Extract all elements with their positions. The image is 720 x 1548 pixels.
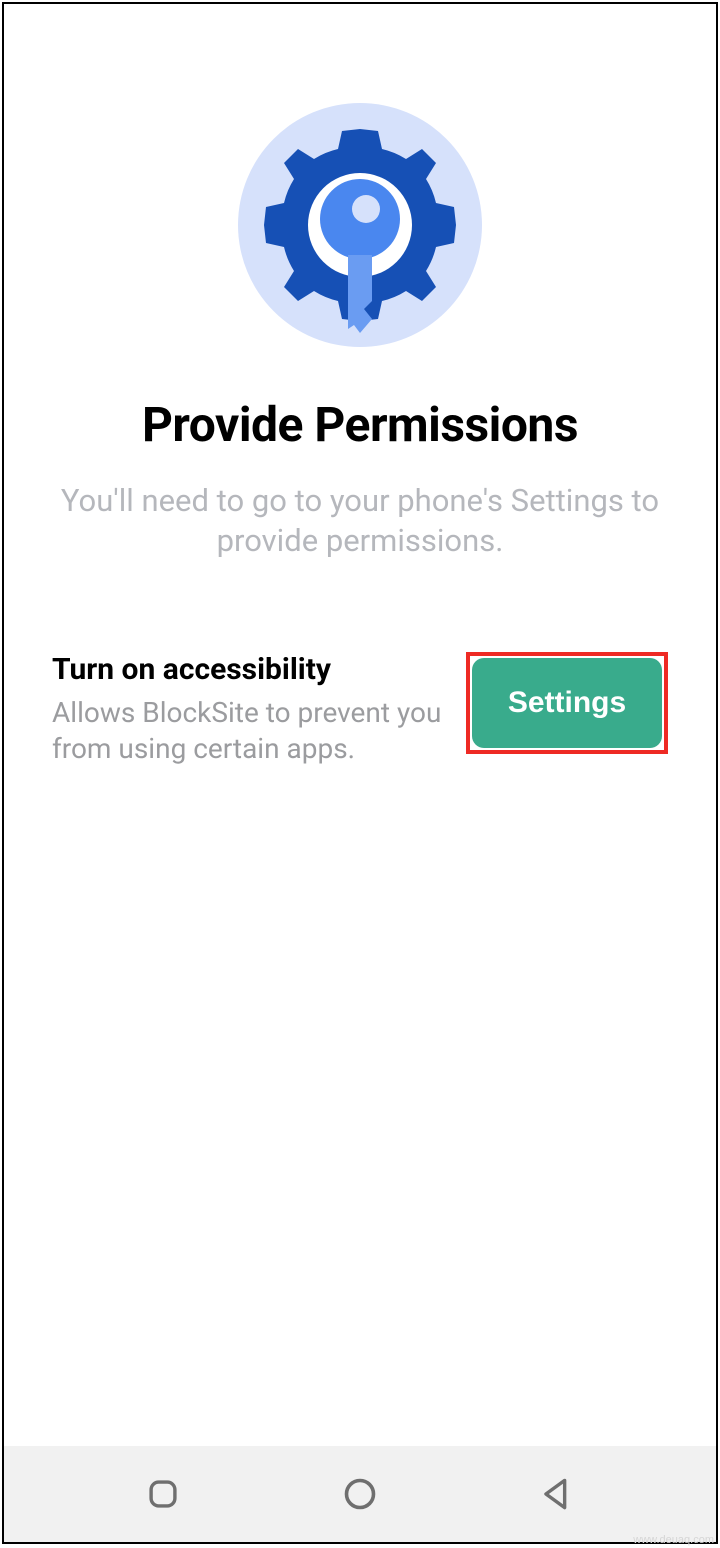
permission-text: Turn on accessibility Allows BlockSite t… bbox=[52, 652, 446, 768]
settings-button[interactable]: Settings bbox=[472, 658, 662, 748]
page-title: Provide Permissions bbox=[142, 396, 578, 453]
android-nav-bar bbox=[4, 1446, 716, 1542]
home-button[interactable] bbox=[340, 1474, 380, 1514]
recent-apps-button[interactable] bbox=[143, 1474, 183, 1514]
permission-row: Turn on accessibility Allows BlockSite t… bbox=[52, 652, 668, 768]
back-button[interactable] bbox=[537, 1474, 577, 1514]
watermark: www.deuaq.com bbox=[633, 1534, 714, 1546]
page-subtitle: You'll need to go to your phone's Settin… bbox=[52, 481, 668, 562]
permission-title: Turn on accessibility bbox=[52, 652, 446, 687]
app-frame: Provide Permissions You'll need to go to… bbox=[2, 2, 718, 1544]
highlight-box: Settings bbox=[466, 652, 668, 754]
permission-description: Allows BlockSite to prevent you from usi… bbox=[52, 695, 446, 768]
main-content: Provide Permissions You'll need to go to… bbox=[4, 4, 716, 1446]
gear-key-icon bbox=[235, 100, 485, 350]
